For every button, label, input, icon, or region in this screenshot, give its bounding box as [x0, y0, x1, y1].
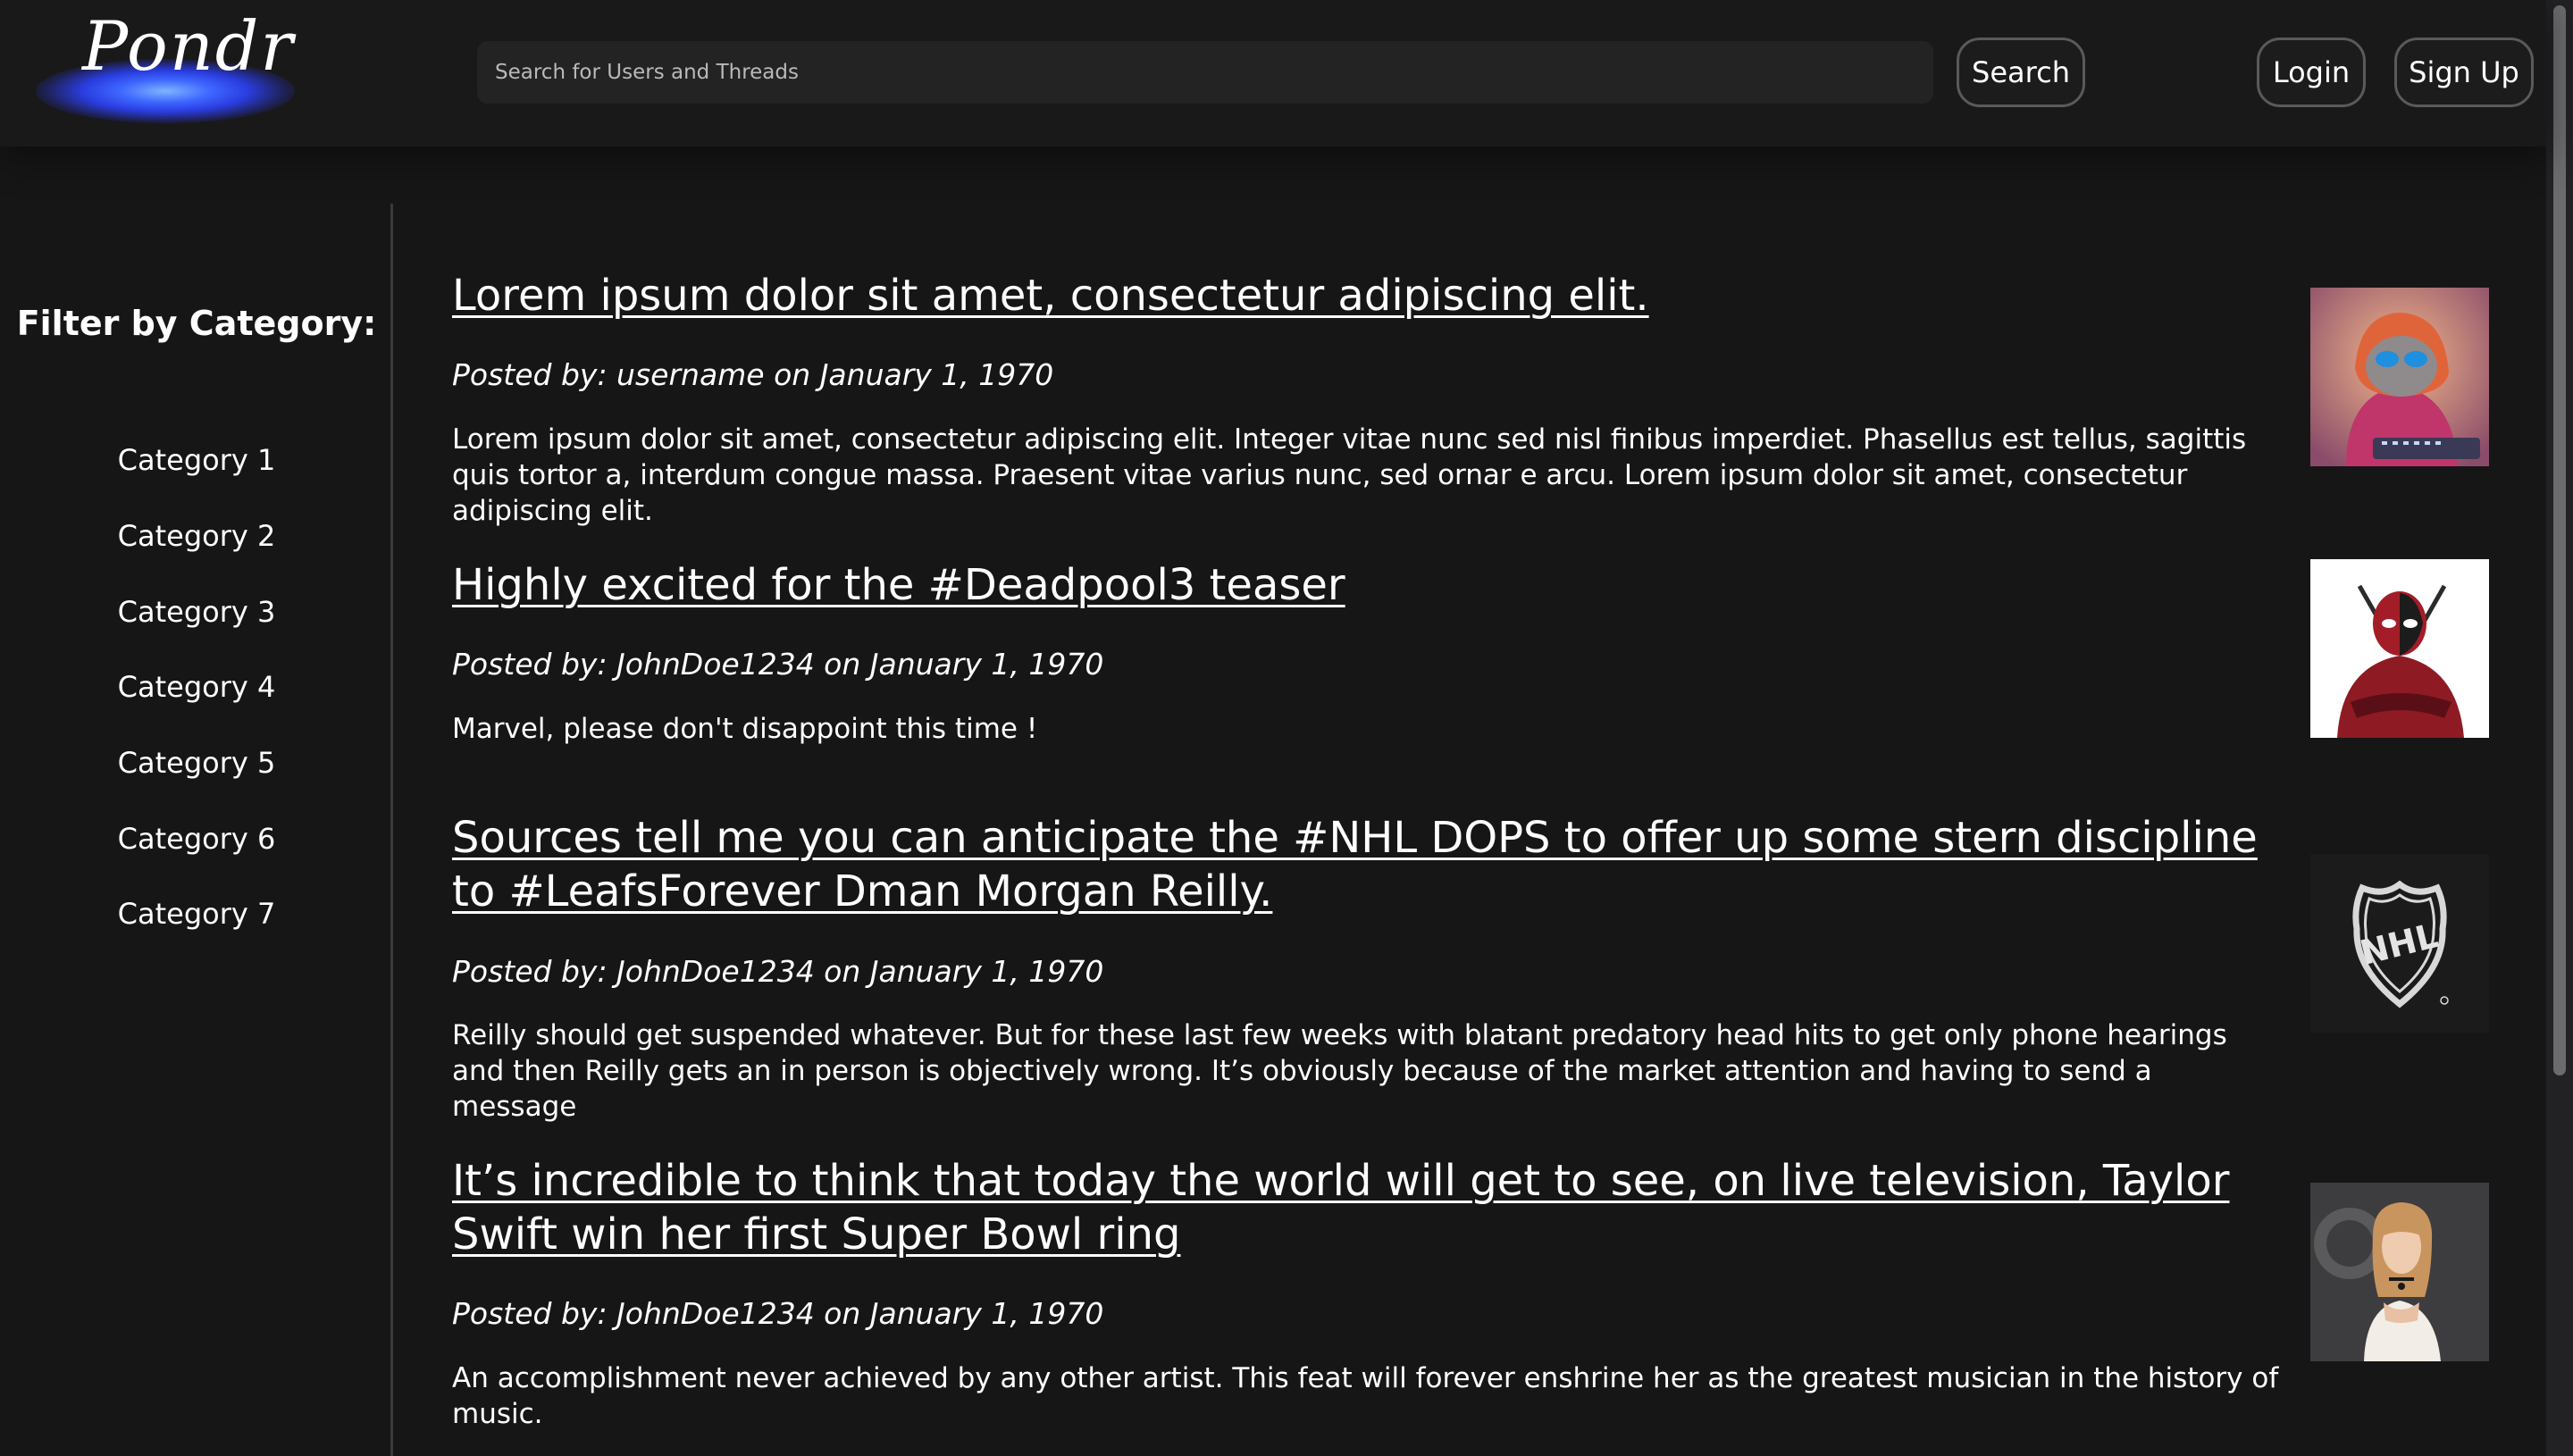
category-item[interactable]: Category 3 — [0, 595, 393, 629]
post-title-link[interactable]: Highly excited for the #Deadpool3 teaser — [452, 558, 2239, 612]
pondr-logo[interactable]: Pondr — [36, 6, 295, 123]
post-meta: Posted by: JohnDoe1234 on January 1, 197… — [452, 954, 1104, 989]
nhl-logo-image: NHL — [2310, 854, 2489, 1033]
post-body: Reilly should get suspended whatever. Bu… — [452, 1019, 2227, 1123]
category-sidebar: Filter by Category: Category 1 Category … — [0, 204, 393, 1456]
post-meta: Posted by: username on January 1, 1970 — [452, 357, 1054, 392]
post-meta: Posted by: JohnDoe1234 on January 1, 197… — [452, 1296, 1104, 1331]
deadpool-image — [2310, 559, 2489, 738]
search-button[interactable]: Search — [1957, 38, 2085, 107]
post-title-link[interactable]: Lorem ipsum dolor sit amet, consectetur … — [452, 269, 2239, 322]
post-thumbnail-taylor-swift-image[interactable] — [2310, 1183, 2489, 1361]
category-item[interactable]: Category 7 — [0, 897, 393, 931]
post-thumbnail-nhl-image[interactable]: NHL — [2310, 854, 2489, 1033]
taylor-swift-image — [2310, 1183, 2489, 1361]
post-body: Marvel, please don't disappoint this tim… — [452, 713, 1038, 745]
post-title-link[interactable]: It’s incredible to think that today the … — [452, 1154, 2266, 1261]
category-item[interactable]: Category 5 — [0, 746, 393, 780]
signup-button[interactable]: Sign Up — [2394, 38, 2534, 107]
category-item[interactable]: Category 1 — [0, 443, 393, 477]
post-title-link[interactable]: Sources tell me you can anticipate the #… — [452, 811, 2266, 918]
post-meta: Posted by: JohnDoe1234 on January 1, 197… — [452, 647, 1104, 682]
post-thumbnail-deadpool-image[interactable] — [2310, 559, 2489, 738]
filter-title: Filter by Category: — [16, 304, 377, 343]
scrollbar-thumb[interactable] — [2553, 5, 2566, 1075]
login-button[interactable]: Login — [2257, 38, 2366, 107]
post-thumbnail-cat-image[interactable] — [2310, 288, 2489, 466]
category-item[interactable]: Category 2 — [0, 519, 393, 553]
logo-text: Pondr — [82, 6, 295, 86]
post-body: An accomplishment never achieved by any … — [452, 1362, 2279, 1430]
top-nav-bar: Pondr Search Login Sign Up — [0, 0, 2546, 146]
category-item[interactable]: Category 6 — [0, 822, 393, 856]
post-body: Lorem ipsum dolor sit amet, consectetur … — [452, 423, 2247, 527]
search-input[interactable] — [477, 41, 1933, 104]
page-scrollbar[interactable] — [2546, 0, 2573, 1456]
category-item[interactable]: Category 4 — [0, 670, 393, 704]
cat-hoodie-image — [2310, 288, 2489, 466]
